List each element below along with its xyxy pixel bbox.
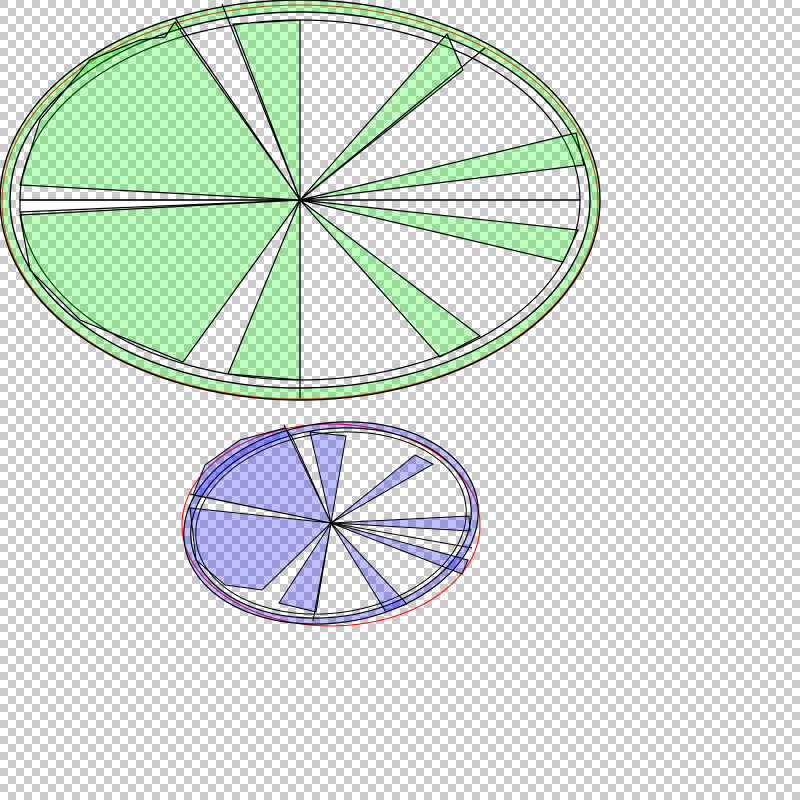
- diagram-canvas: [0, 0, 800, 800]
- green-wheel: [0, 0, 601, 401]
- canvas: [0, 0, 800, 800]
